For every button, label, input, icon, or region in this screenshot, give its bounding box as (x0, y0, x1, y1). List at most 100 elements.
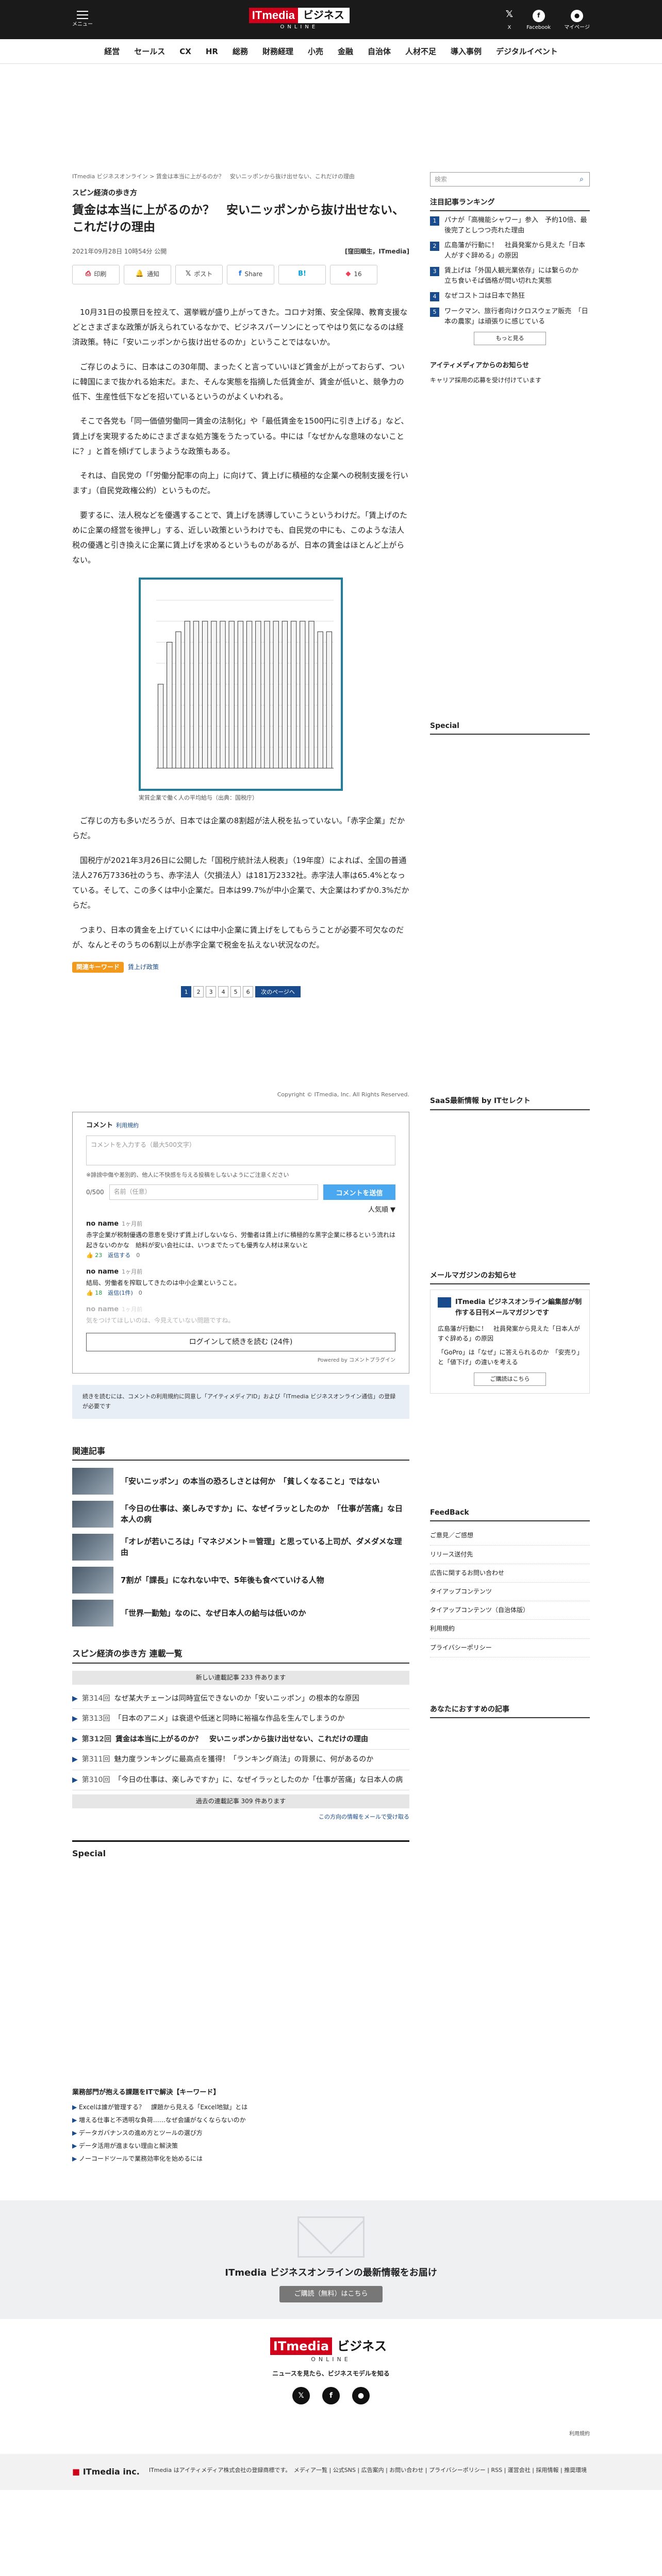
subscribe-button[interactable]: ご購読はこちら (474, 1372, 546, 1386)
series-item[interactable]: ▶ 第314回 なぜ某大チェーンは同時宣伝できないのか「安いニッポン」の根本的な原因 (72, 1689, 409, 1709)
menu-button[interactable]: メニュー (72, 10, 93, 29)
facebook-link[interactable]: f Facebook (526, 9, 551, 32)
keyword-link[interactable]: 賃上げ政策 (128, 962, 159, 972)
newsletter-button[interactable]: ご購読（無料）はこちら (279, 2285, 383, 2303)
ranking-item[interactable]: 4 なぜコストコは日本で熱狂 (430, 291, 590, 302)
chart-bar (167, 641, 173, 769)
notice-item[interactable]: キャリア採用の応募を受け付けています (430, 376, 590, 385)
footer-facebook-icon[interactable]: f (322, 2387, 340, 2405)
nav-item[interactable]: 導入事例 (451, 45, 482, 58)
pocket-button[interactable]: ◆ 16 (330, 264, 377, 284)
related-item[interactable]: 7割が「課長」になれない中で、5年後も食べていける人物 (72, 1567, 409, 1594)
series-name[interactable]: スピン経済の歩き方 (72, 188, 409, 199)
keyword-link[interactable]: ▶ ノーコードツールで業務効率化を始めるには (72, 2154, 590, 2164)
footer-user-icon[interactable]: ● (352, 2387, 370, 2405)
comment-textarea[interactable]: コメントを入力する（最大500文字） (86, 1135, 395, 1165)
search-button[interactable]: ⌕ (574, 173, 589, 186)
notify-button[interactable]: 🔔 通知 (124, 264, 171, 284)
chart-bar (237, 620, 244, 769)
search-input[interactable]: 検索 (431, 173, 574, 186)
newer-articles-bar[interactable]: 新しい連載記事 233 件あります (72, 1670, 409, 1685)
page-2[interactable]: 2 (193, 986, 204, 998)
arrow-icon: ▶ (72, 1694, 78, 1703)
series-item[interactable]: ▶ 第311回 魅力度ランキングに最高点を獲得！「ランキング商法」の背景に、何がある… (72, 1750, 409, 1770)
post-x-button[interactable]: 𝕏 ポスト (175, 264, 223, 284)
footer: ITmedia ビジネス ONLINE ニュースを見たら、ビジネスモデルを知る … (0, 2319, 662, 2431)
arrow-icon: ▶ (72, 2142, 79, 2150)
nav-item[interactable]: CX (179, 45, 191, 58)
sort-select[interactable]: 人気順 ▼ (86, 1205, 395, 1216)
feedback-link[interactable]: リリース送付先 (430, 1546, 590, 1564)
print-button[interactable]: ⎙ 印刷 (72, 264, 120, 284)
mypage-link[interactable]: ● マイページ (564, 9, 590, 32)
submit-comment-button[interactable]: コメントを送信 (323, 1184, 395, 1200)
corporate-logo[interactable]: ■ ITmedia inc. (72, 2465, 140, 2479)
page-5[interactable]: 5 (230, 986, 241, 998)
nav-item[interactable]: 小売 (308, 45, 323, 58)
keyword-link[interactable]: ▶ データ活用が進まない理由と解決策 (72, 2141, 590, 2151)
ranking-item[interactable]: 2 広島藩が行動に！ 社員発案から見えた「日本人がすぐ辞める」の原因 (430, 241, 590, 261)
nav-item[interactable]: HR (206, 45, 218, 58)
facebook-share-button[interactable]: f Share (227, 264, 274, 284)
ranking-title-text: 賃上げは「外国人観光業依存」には繋らのか 立ち食いそば価格が問い切れた実態 (444, 267, 586, 285)
reply-button[interactable]: 返信する (108, 1252, 130, 1259)
series-title: 「日本のアニメ」は衰退や低迷と同時に裕福な作品を生んでしまうのか (114, 1715, 345, 1723)
x-link[interactable]: 𝕏 X (506, 7, 514, 32)
series-item[interactable]: ▶ 第310回 「今日の仕事は、楽しみですか」に、なぜイラッとしたのか「仕事が苦痛」… (72, 1770, 409, 1791)
reply-button[interactable]: 返信(1件) (108, 1290, 133, 1296)
feedback-link[interactable]: 利用規約 (430, 1620, 590, 1639)
keyword-link[interactable]: ▶ データガバナンスの進め方とツールの選び方 (72, 2128, 590, 2138)
nav-item[interactable]: 財務経理 (262, 45, 293, 58)
keyword-link[interactable]: ▶ 増える仕事と不透明な負荷……なぜ会議がなくならないのか (72, 2115, 590, 2125)
mailmag-item[interactable]: 広島藩が行動に！ 社員発案から見えた「日本人がすぐ辞める」の原因 (438, 1324, 582, 1344)
terms-link[interactable]: 利用規約 (72, 2430, 590, 2438)
footer-logo[interactable]: ITmedia ビジネス (270, 2337, 392, 2355)
like-button[interactable]: 👍 18 (86, 1290, 102, 1296)
ranking-title-text: なぜコストコは日本で熱狂 (444, 292, 525, 300)
nav-item[interactable]: 総務 (233, 45, 248, 58)
feedback-link[interactable]: タイアップコンテンツ (430, 1583, 590, 1602)
related-item[interactable]: 「安いニッポン」の本当の恐ろしさとは何か 「貧しくなること」ではない (72, 1468, 409, 1495)
site-logo[interactable]: ITmedia ビジネス ONLINE (249, 8, 350, 31)
footer-x-icon[interactable]: 𝕏 (292, 2387, 310, 2405)
page-3[interactable]: 3 (206, 986, 217, 998)
older-articles-bar[interactable]: 過去の連載記事 309 件あります (72, 1794, 409, 1809)
login-more-button[interactable]: ログインして続きを読む (24件) (86, 1333, 395, 1352)
keyword-link[interactable]: ▶ Excelは誰が管理する？ 課題から見える「Excel地獄」とは (72, 2103, 590, 2112)
related-item[interactable]: 「今日の仕事は、楽しみですか」に、なぜイラッとしたのか 「仕事が苦痛」な日本人の… (72, 1501, 409, 1528)
search-icon: ⌕ (580, 175, 584, 183)
next-page-button[interactable]: 次のページへ (255, 986, 301, 998)
mailmag-item[interactable]: 「GoPro」は「なぜ」に答えられるのか 「安売り」と「値下げ」の違いを考える (438, 1348, 582, 1367)
nav-item[interactable]: 経営 (104, 45, 120, 58)
feedback-link[interactable]: タイアップコンテンツ（自治体版） (430, 1601, 590, 1620)
terms-link[interactable]: 利用規約 (116, 1122, 139, 1129)
article-figure[interactable]: 実質企業で働く人の平均給与（出典：国税庁） (139, 577, 343, 803)
series-item[interactable]: ▶ 第313回 「日本のアニメ」は衰退や低迷と同時に裕福な作品を生んでしまうのか (72, 1709, 409, 1730)
keyword-link-text: データ活用が進まない理由と解決策 (79, 2142, 178, 2150)
ranking-item[interactable]: 5 ワークマン、旅行者向けクロスウェア販売 「日本の農家」は頑張りに感じている (430, 307, 590, 327)
nav-item[interactable]: 人材不足 (405, 45, 436, 58)
nav-item[interactable]: セールス (134, 45, 165, 58)
recommend-title: あなたにおすすめの記事 (430, 1704, 590, 1719)
sidebar: 検索 ⌕ 注目記事ランキング 1 パナが「高機能シャワー」参入 予約10倍、最後完… (430, 172, 590, 2057)
feedback-link[interactable]: プライバシーポリシー (430, 1639, 590, 1657)
feedback-link[interactable]: 広告に関するお問い合わせ (430, 1564, 590, 1583)
related-item[interactable]: 「世界一勤勉」なのに、なぜ日本人の給与は低いのか (72, 1600, 409, 1627)
breadcrumb[interactable]: ITmedia ビジネスオンライン > 賃金は本当に上がるのか？ 安いニッポンか… (72, 172, 409, 181)
like-button[interactable]: 👍 23 (86, 1252, 102, 1259)
feedback-link[interactable]: ご意見／ご感想 (430, 1527, 590, 1546)
series-subscribe-link[interactable]: この方向の情報をメールで受け取る (72, 1812, 409, 1822)
ranking-item[interactable]: 1 パナが「高機能シャワー」参入 予約10倍、最後完了としつつ売れた理由 (430, 215, 590, 235)
related-item[interactable]: 「オレが若いころは」「マネジメント＝管理」と思っている上司が、ダメダメな理由 (72, 1534, 409, 1561)
nav-item[interactable]: 自治体 (368, 45, 391, 58)
page-6[interactable]: 6 (243, 986, 254, 998)
name-input[interactable]: 名前（任意） (109, 1184, 318, 1200)
nav-item[interactable]: 金融 (338, 45, 353, 58)
ranking-more-button[interactable]: もっと見る (474, 332, 546, 345)
ranking-item[interactable]: 3 賃上げは「外国人観光業依存」には繋らのか 立ち食いそば価格が問い切れた実態 (430, 266, 590, 286)
page-1[interactable]: 1 (181, 986, 192, 998)
hatena-button[interactable]: B! (278, 264, 326, 284)
page-4[interactable]: 4 (218, 986, 229, 998)
nav-item[interactable]: デジタルイベント (496, 45, 558, 58)
series-item[interactable]: ▶ 第312回 賃金は本当に上がるのか？ 安いニッポンから抜け出せない、これだけの理… (72, 1730, 409, 1750)
